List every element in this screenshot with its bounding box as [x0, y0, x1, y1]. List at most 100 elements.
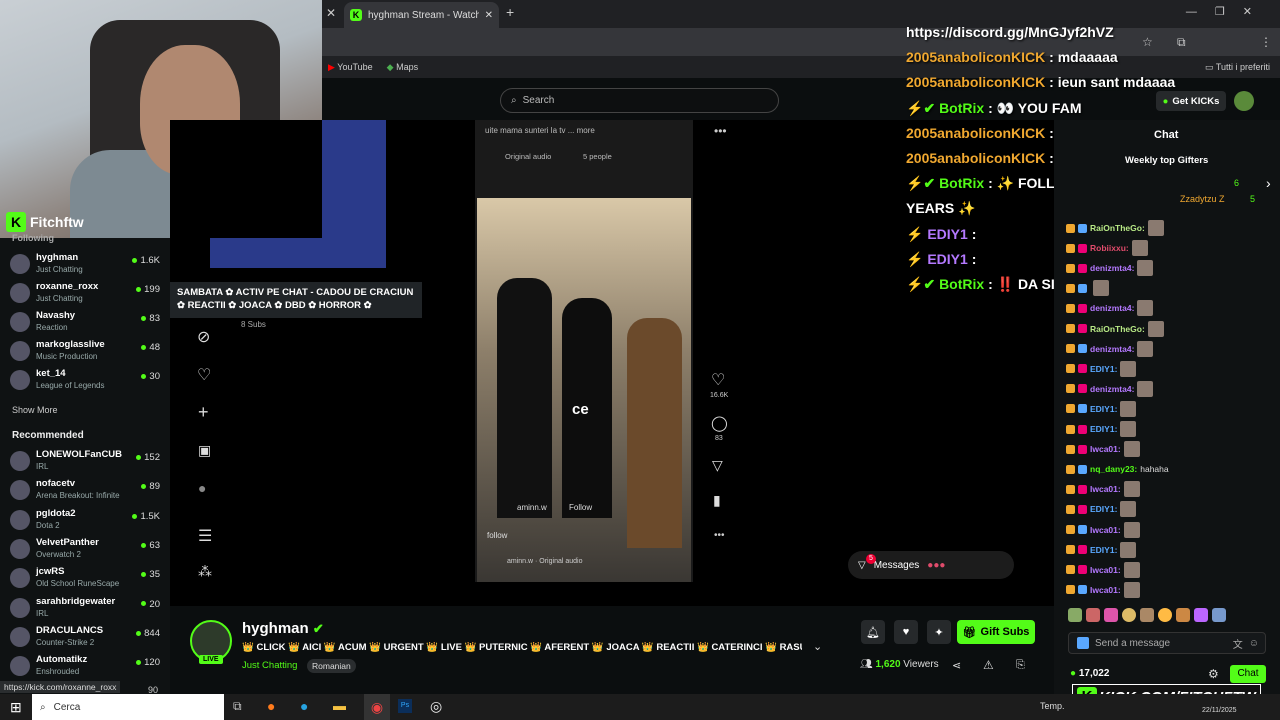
settings-icon[interactable]: ⚙ [1208, 667, 1219, 681]
video-more-icon[interactable]: ••• [714, 124, 727, 138]
apps-icon[interactable]: ⁂ [198, 563, 212, 580]
chat-username[interactable]: EDIY1: [1090, 364, 1117, 374]
chat-username[interactable]: RaiOnTheGo: [1090, 324, 1145, 334]
chat-username[interactable]: denizmta4: [1090, 384, 1134, 394]
video-follow[interactable]: Follow [569, 503, 592, 512]
photoshop-icon[interactable]: Ps [398, 699, 412, 713]
chat-username[interactable]: EDIY1: [1090, 545, 1117, 555]
recommended-item[interactable]: LONEWOLFanCUB IRL 152 [10, 447, 160, 475]
emoji-icon[interactable]: ☺ [1249, 638, 1259, 649]
report-icon[interactable]: ⚠ [983, 658, 994, 672]
firefox-icon[interactable]: ● [267, 698, 275, 714]
bookmark-maps[interactable]: ◆ Maps [387, 62, 418, 73]
emote-icon [1123, 481, 1140, 498]
obs-icon[interactable]: ◎ [430, 698, 442, 715]
following-item[interactable]: markoglasslive Music Production 48 [10, 337, 160, 365]
video-more-icon-2[interactable]: ••• [714, 530, 725, 541]
taskbar-search[interactable]: ⌕ Cerca [32, 694, 224, 720]
explorer-icon[interactable]: ▬ [333, 698, 346, 713]
expand-title-icon[interactable]: ⌄ [813, 640, 822, 653]
like-icon[interactable]: ♡ [711, 370, 725, 390]
close-icon[interactable]: ✕ [326, 6, 336, 20]
chat-message: EDIY1: [1066, 541, 1137, 559]
edge-icon[interactable]: ● [300, 698, 308, 714]
chat-input-placeholder: Send a message [1095, 637, 1171, 649]
message-avatars: ●●● [927, 559, 946, 571]
chat-username[interactable]: Iwca01: [1090, 565, 1121, 575]
share-icon[interactable]: ▽ [712, 457, 723, 474]
following-item[interactable]: ket_14 League of Legends 30 [10, 366, 160, 394]
comment-icon[interactable]: ◯ [711, 414, 728, 432]
recommended-item[interactable]: DRACULANCS Counter-Strike 2 844 [10, 623, 160, 651]
activity-icon[interactable]: ▣ [198, 442, 211, 459]
emote-bar[interactable] [1068, 608, 1268, 624]
notifications-icon[interactable]: ♡ [197, 365, 211, 385]
following-item[interactable]: roxanne_roxx Just Chatting 199 [10, 279, 160, 307]
show-more-link[interactable]: Show More [12, 405, 58, 415]
chat-username[interactable]: RaiOnTheGo: [1090, 223, 1145, 233]
translate-icon[interactable]: 文 [1233, 636, 1243, 651]
share-stream-icon[interactable]: ⋖ [952, 659, 961, 672]
recommended-item[interactable]: Automatikz Enshrouded 120 [10, 652, 160, 680]
following-heading: Following [12, 233, 54, 243]
chat-username[interactable]: Iwca01: [1090, 484, 1121, 494]
menu-lines-icon[interactable]: ☰ [198, 526, 212, 546]
chat-username[interactable]: denizmta4: [1090, 344, 1134, 354]
recommended-item[interactable]: pgldota2 Dota 2 1.5K [10, 506, 160, 534]
stream-tag[interactable]: Romanian [307, 659, 356, 673]
search-icon: ⌕ [511, 95, 517, 106]
stream-category[interactable]: Just Chatting [242, 660, 297, 671]
chrome-icon[interactable]: ◉ [364, 694, 390, 720]
subs-label: 8 Subs [241, 320, 266, 329]
maps-icon: ◆ [386, 61, 394, 72]
emote-icon [1147, 220, 1164, 236]
boost-button[interactable]: ✦ [927, 620, 951, 644]
following-item[interactable]: Navashy Reaction 83 [10, 308, 160, 336]
following-item[interactable]: hyghman Just Chatting 1.6K [10, 250, 160, 278]
plus-icon[interactable]: + [198, 402, 209, 423]
clip-icon[interactable]: ⎘ [1016, 659, 1025, 672]
chat-input[interactable]: Send a message 文 ☺ [1068, 632, 1266, 654]
save-icon[interactable]: ▮ [713, 492, 721, 509]
chat-username[interactable]: EDIY1: [1090, 504, 1117, 514]
viewers-icon: 👥︎ [860, 659, 873, 670]
subscriber-badge-icon [1066, 324, 1075, 333]
chat-username[interactable]: nq_dany23: [1090, 464, 1137, 474]
notify-button[interactable]: 🔔︎ [861, 620, 885, 644]
recommended-item[interactable]: nofacetv Arena Breakout: Infinite 89 [10, 476, 160, 504]
window-controls[interactable]: —❐✕ [1186, 5, 1270, 18]
bookmark-youtube[interactable]: ▶ YouTube [328, 62, 373, 73]
explore-icon[interactable]: ⊘ [197, 327, 210, 347]
chat-send-button[interactable]: Chat [1230, 665, 1266, 683]
chat-username[interactable]: Iwca01: [1090, 585, 1121, 595]
chat-username[interactable]: denizmta4: [1090, 263, 1134, 273]
streamer-name[interactable]: hyghman ✔ [242, 620, 324, 637]
message-badge: 5 [866, 554, 876, 564]
gift-subs-button[interactable]: 🎁︎ Gift Subs [957, 620, 1035, 644]
profile-icon[interactable]: ● [198, 480, 206, 496]
follow-button[interactable]: ♥ [894, 620, 918, 644]
recommended-item[interactable]: jcwRS Old School RuneScape 35 [10, 564, 160, 592]
channel-viewers: 1.6K [132, 255, 160, 266]
gifters-next-icon[interactable]: › [1266, 175, 1271, 191]
subscriber-badge-icon [1066, 283, 1075, 293]
chat-username[interactable]: Robiixxu: [1090, 243, 1129, 253]
task-view-icon[interactable]: ⧉ [233, 699, 242, 714]
search-input[interactable]: ⌕ Search [500, 88, 779, 113]
recommended-item[interactable]: VelvetPanther Overwatch 2 63 [10, 535, 160, 563]
chat-username[interactable]: EDIY1: [1090, 424, 1117, 434]
new-tab-button[interactable]: + [506, 4, 514, 20]
overlay-chat-msg: : [971, 225, 977, 242]
overlay-chat-msg: : ieun sant mdaaaa [1049, 74, 1176, 91]
recommended-item[interactable]: sarahbridgewater IRL 20 [10, 594, 160, 622]
browser-tab[interactable]: K hyghman Stream - Watch L ✕ [344, 2, 499, 28]
windows-start-icon[interactable]: ⊞ [10, 699, 22, 716]
chat-username[interactable]: EDIY1: [1090, 404, 1117, 414]
chat-username[interactable]: denizmta4: [1090, 303, 1134, 313]
overlay-chat-user: 2005anaboliconKICK [906, 74, 1046, 91]
tab-close-icon[interactable]: ✕ [485, 10, 493, 21]
chat-username[interactable]: Iwca01: [1090, 525, 1121, 535]
tab-title: hyghman Stream - Watch L [368, 9, 479, 21]
chat-username[interactable]: Iwca01: [1090, 444, 1121, 454]
verified-badge-icon: ✔ [923, 275, 936, 292]
